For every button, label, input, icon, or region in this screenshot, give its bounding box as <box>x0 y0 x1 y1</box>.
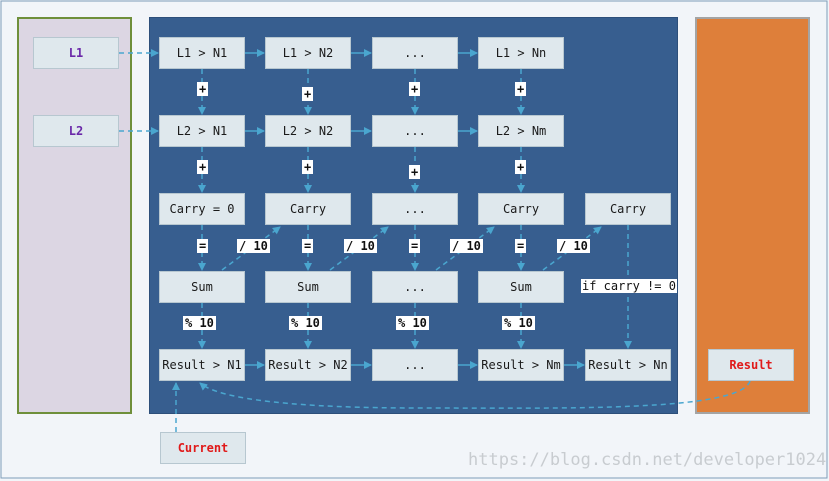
divide-operator: / 10 <box>344 239 377 253</box>
input-l1: L1 <box>33 37 119 69</box>
l2-node-ellipsis: ... <box>372 115 458 147</box>
sum-node-1: Sum <box>159 271 245 303</box>
current-pointer: Current <box>160 432 246 464</box>
plus-operator: + <box>409 82 421 96</box>
carry-node-5: Carry <box>585 193 671 225</box>
divide-operator: / 10 <box>237 239 270 253</box>
sum-node-2: Sum <box>265 271 351 303</box>
result-head-arrow <box>199 380 751 409</box>
equals-operator: = <box>302 239 314 253</box>
l1-node-2: L1 > N2 <box>265 37 351 69</box>
carry-node-ellipsis: ... <box>372 193 458 225</box>
plus-operator: + <box>409 165 421 179</box>
plus-operator: + <box>515 160 527 174</box>
diagram-canvas: L1 L2 L1 > N1 L1 > N2 ... L1 > Nn L2 > N… <box>0 0 829 481</box>
plus-operator: + <box>197 160 209 174</box>
modulo-operator: % 10 <box>183 316 216 330</box>
sum-node-4: Sum <box>478 271 564 303</box>
equals-operator: = <box>197 239 209 253</box>
modulo-operator: % 10 <box>289 316 322 330</box>
modulo-operator: % 10 <box>396 316 429 330</box>
input-l2: L2 <box>33 115 119 147</box>
result-node-ellipsis: ... <box>372 349 458 381</box>
plus-operator: + <box>302 87 314 101</box>
l1-node-ellipsis: ... <box>372 37 458 69</box>
equals-operator: = <box>409 239 421 253</box>
l2-node-1: L2 > N1 <box>159 115 245 147</box>
carry-node-4: Carry <box>478 193 564 225</box>
carry-condition-label: if carry != 0 <box>581 279 677 293</box>
plus-operator: + <box>515 82 527 96</box>
l2-node-m: L2 > Nm <box>478 115 564 147</box>
modulo-operator: % 10 <box>502 316 535 330</box>
result-head: Result <box>708 349 794 381</box>
divide-operator: / 10 <box>557 239 590 253</box>
result-node-1: Result > N1 <box>159 349 245 381</box>
l1-node-1: L1 > N1 <box>159 37 245 69</box>
plus-operator: + <box>302 160 314 174</box>
result-node-n: Result > Nn <box>585 349 671 381</box>
watermark: https://blog.csdn.net/developer1024 <box>468 450 827 470</box>
result-node-2: Result > N2 <box>265 349 351 381</box>
plus-operator: + <box>197 82 209 96</box>
carry-node-2: Carry <box>265 193 351 225</box>
equals-operator: = <box>515 239 527 253</box>
divide-operator: / 10 <box>450 239 483 253</box>
l2-node-2: L2 > N2 <box>265 115 351 147</box>
sum-node-ellipsis: ... <box>372 271 458 303</box>
result-node-m: Result > Nm <box>478 349 564 381</box>
l1-node-n: L1 > Nn <box>478 37 564 69</box>
carry-node-1: Carry = 0 <box>159 193 245 225</box>
